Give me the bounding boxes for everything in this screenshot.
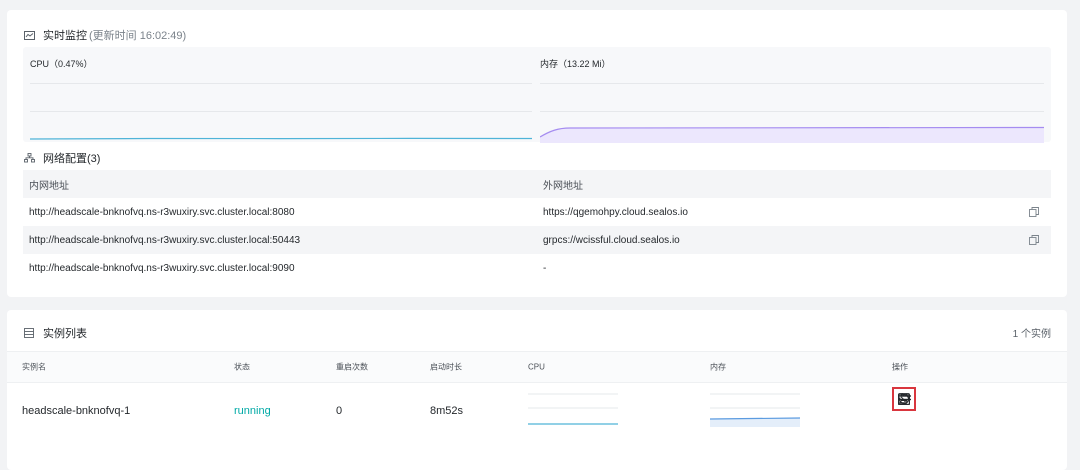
cpu-usage-label: CPU（0.47%） — [30, 59, 93, 69]
monitor-icon — [23, 29, 35, 41]
network-section-title: 网络配置(3) — [23, 150, 100, 166]
list-icon — [23, 327, 35, 339]
copy-icon[interactable] — [1029, 207, 1039, 217]
memory-usage-label: 内存（13.22 Mi） — [540, 59, 611, 69]
header-uptime: 启动时长 — [430, 362, 462, 372]
network-title: 网络配置(3) — [43, 153, 101, 165]
copy-icon[interactable] — [1029, 235, 1039, 245]
internal-address: http://headscale-bnknofvq.ns-r3wuxiry.sv… — [29, 206, 295, 218]
external-address: - — [543, 262, 547, 274]
network-table: 内网地址 外网地址 http://headscale-bnknofvq.ns-r… — [23, 170, 1051, 282]
cpu-gridline — [30, 111, 532, 112]
network-row: http://headscale-bnknofvq.ns-r3wuxiry.sv… — [23, 198, 1051, 226]
cpu-gridline — [30, 83, 532, 84]
table-row: headscale-bnknofvq-1 running 0 8m52s — [7, 383, 1067, 438]
mem-gridline — [540, 83, 1044, 84]
header-instance-name: 实例名 — [22, 362, 46, 372]
uptime-value: 8m52s — [430, 404, 464, 417]
memory-usage-chart — [540, 126, 1044, 143]
restart-icon[interactable] — [896, 391, 912, 407]
status-badge: running — [234, 404, 271, 417]
header-memory: 内存 — [710, 362, 726, 372]
mem-gridline — [540, 111, 1044, 112]
instance-table-header: 实例名 状态 重启次数 启动时长 CPU 内存 操作 — [7, 351, 1067, 383]
header-status: 状态 — [234, 362, 250, 372]
network-table-header: 内网地址 外网地址 — [23, 170, 1051, 198]
instance-card: 实例列表 1 个实例 实例名 状态 重启次数 启动时长 CPU 内存 操作 he… — [7, 310, 1067, 470]
monitor-panel: CPU（0.47%） 内存（13.22 Mi） — [23, 47, 1051, 143]
instance-title: 实例列表 — [43, 328, 87, 340]
network-row: http://headscale-bnknofvq.ns-r3wuxiry.sv… — [23, 226, 1051, 254]
restart-count: 0 — [336, 404, 343, 417]
memory-mini-chart — [710, 393, 800, 427]
monitor-title: 实时监控 — [43, 30, 87, 42]
network-icon — [23, 152, 35, 164]
header-restarts: 重启次数 — [336, 362, 368, 372]
cpu-usage-chart — [30, 137, 532, 140]
network-row: http://headscale-bnknofvq.ns-r3wuxiry.sv… — [23, 254, 1051, 282]
internal-address: http://headscale-bnknofvq.ns-r3wuxiry.sv… — [29, 234, 301, 246]
header-cpu: CPU — [528, 362, 545, 372]
external-address-link[interactable]: https://qgemohpy.cloud.sealos.io — [535, 207, 1051, 218]
internal-address: http://headscale-bnknofvq.ns-r3wuxiry.sv… — [29, 262, 295, 274]
monitor-card: 实时监控 (更新时间 16:02:49) CPU（0.47%） 内存（13.22… — [7, 10, 1067, 297]
instance-section-title: 实例列表 — [23, 325, 87, 341]
cpu-mini-chart — [528, 393, 618, 425]
header-internal-address: 内网地址 — [29, 180, 69, 192]
instance-count: 1 个实例 — [1012, 329, 1051, 340]
update-time: (更新时间 16:02:49) — [89, 30, 187, 42]
header-actions: 操作 — [892, 362, 908, 372]
external-address-link[interactable]: grpcs://wcissful.cloud.sealos.io — [535, 235, 1051, 246]
header-external-address: 外网地址 — [543, 180, 583, 192]
instance-name: headscale-bnknofvq-1 — [22, 404, 131, 417]
monitor-section-title: 实时监控 (更新时间 16:02:49) — [23, 27, 186, 43]
